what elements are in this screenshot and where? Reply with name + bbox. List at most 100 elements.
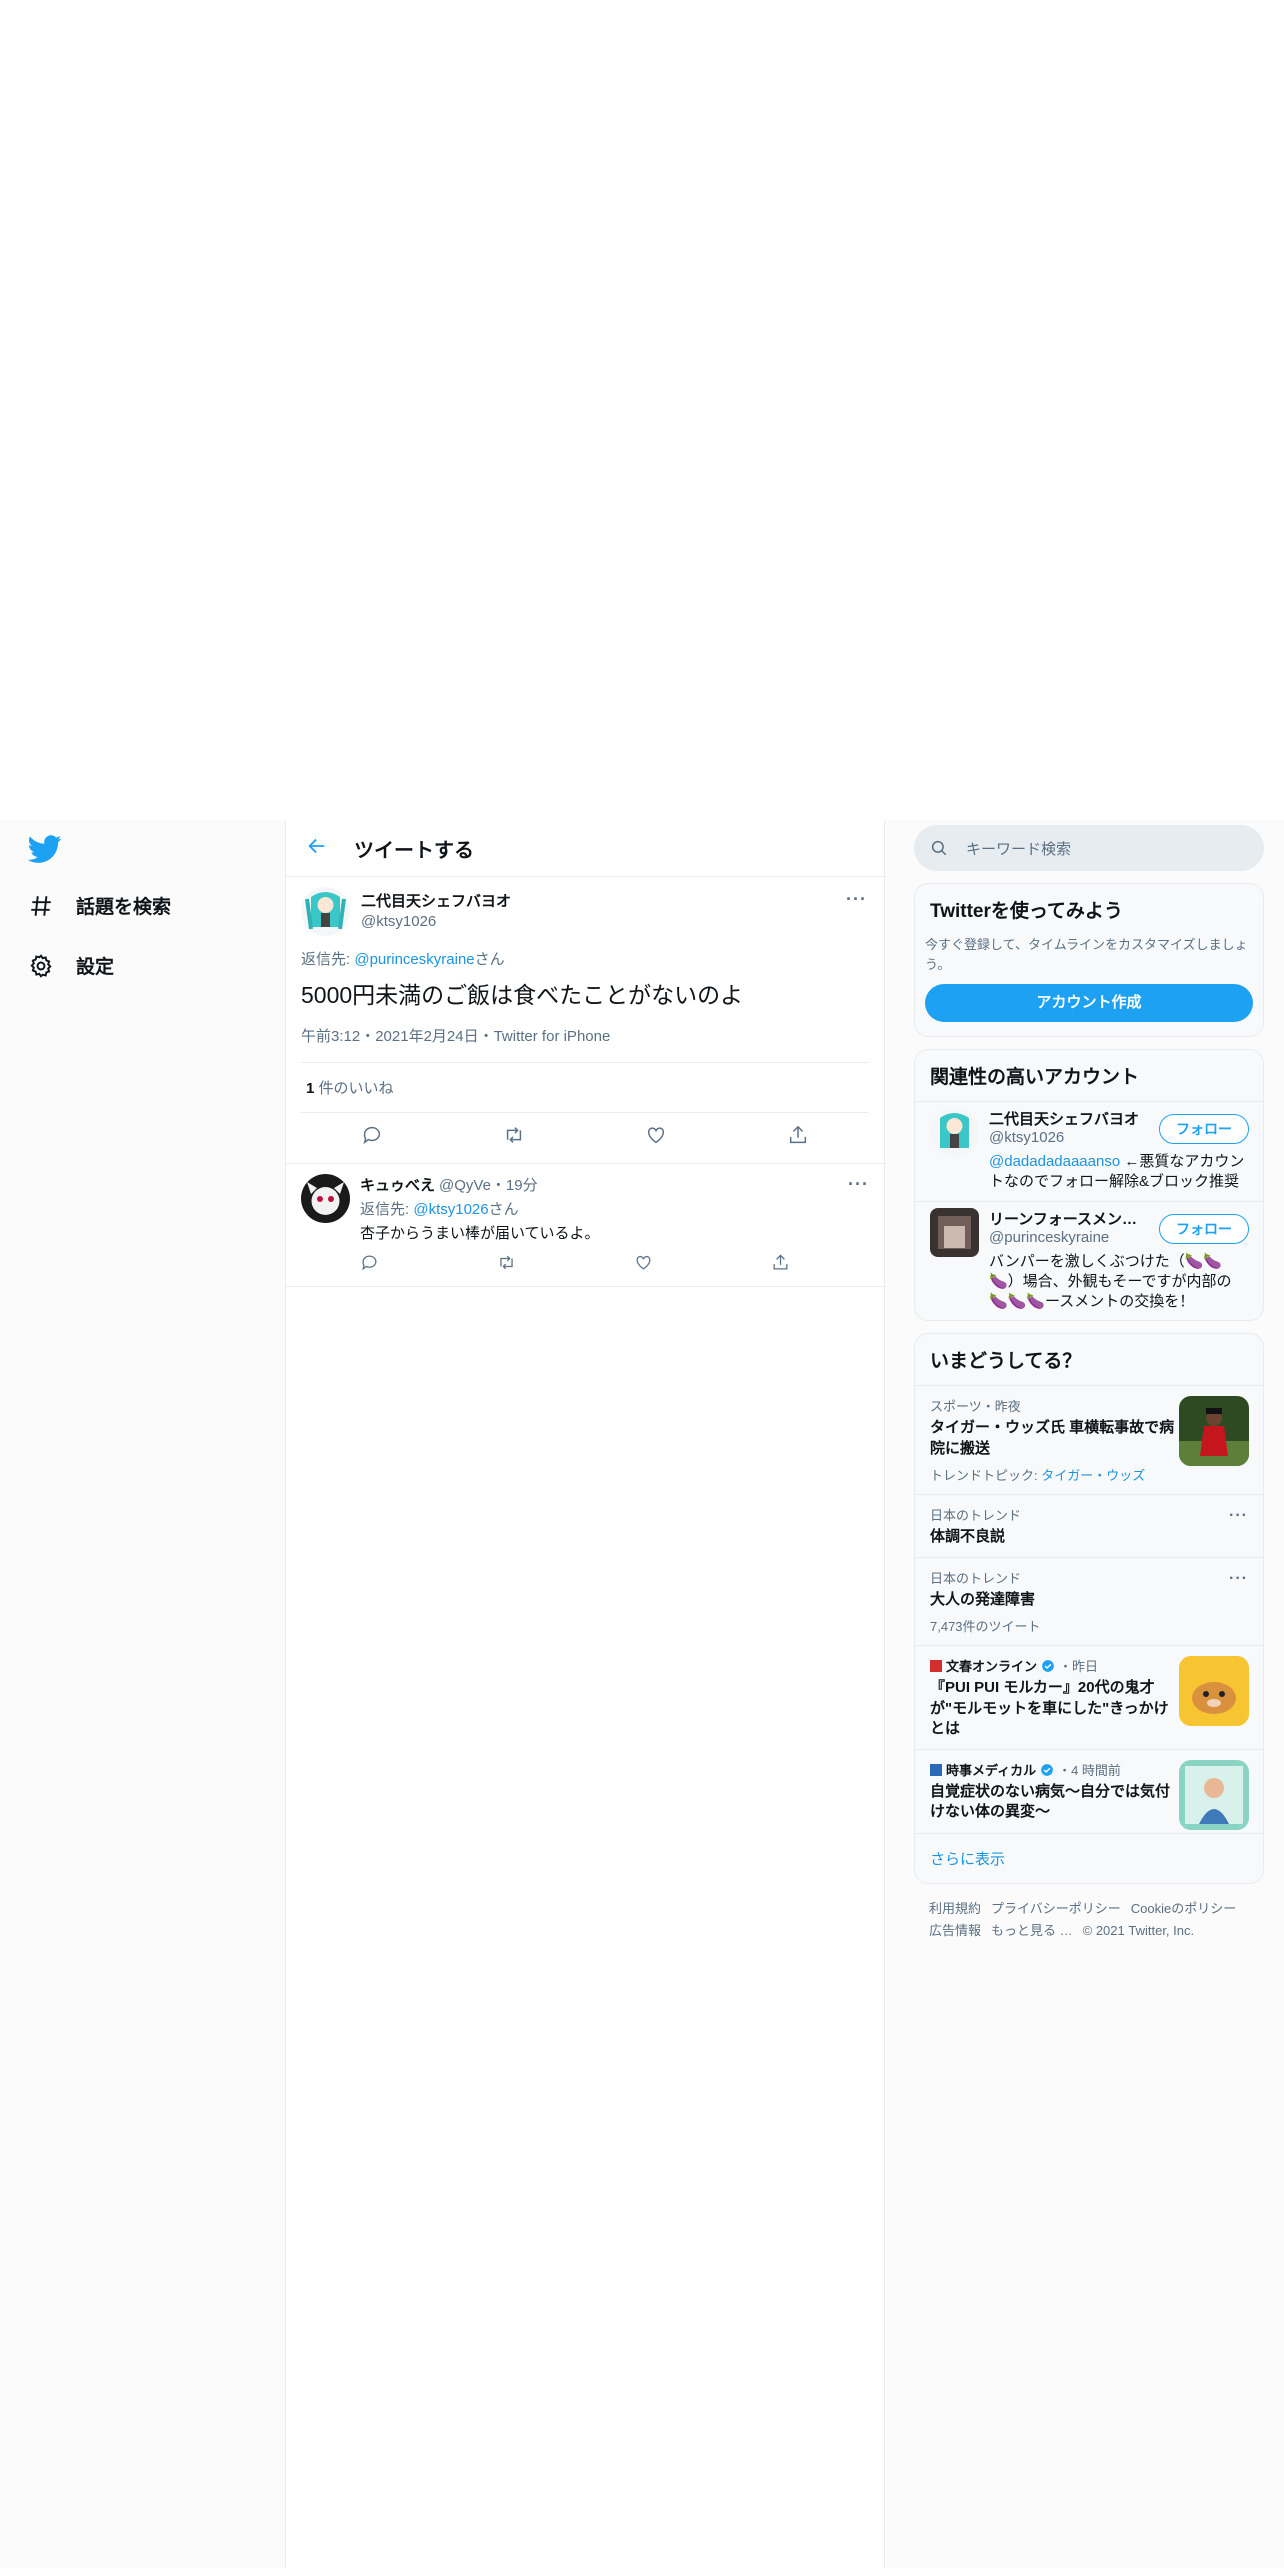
main-column: ツイートする 二代目天シェフバヨオ @ktsy1026 ··· 返信先: @pu…	[285, 820, 885, 2568]
follow-button[interactable]: フォロー	[1159, 1213, 1249, 1244]
more-options-icon[interactable]: ···	[1229, 1507, 1248, 1525]
main-tweet: 二代目天シェフバヨオ @ktsy1026 ··· 返信先: @purincesk…	[286, 877, 884, 1164]
news-source: 文春オンライン ・昨日	[930, 1656, 1175, 1675]
trends-card: いまどうしてる？ スポーツ・昨夜 タイガー・ウッズ氏 車横転事故で病院に搬送 ト…	[914, 1333, 1264, 1884]
footer-links: 利用規約 プライバシーポリシー Cookieのポリシー 広告情報 もっと見る … © 2…	[914, 1884, 1264, 1956]
page-title: ツイートする	[354, 839, 474, 862]
search-placeholder: キーワード検索	[966, 840, 1072, 858]
left-nav: 話題を検索 設定	[0, 820, 285, 2568]
like-count-label: 件のいいね	[314, 1079, 394, 1097]
more-options-icon[interactable]: ···	[1229, 1570, 1248, 1588]
account-avatar[interactable]	[930, 1207, 979, 1257]
page-header: ツイートする	[286, 820, 884, 877]
account-bio: @dadadadaaaanso ←悪質なアカウントなのでフォロー解除&ブロック推…	[989, 1152, 1248, 1193]
reply-tweet[interactable]: キュゥべえ @QyVe・19分 返信先: @ktsy1026さん 杏子からうまい棒…	[286, 1164, 884, 1287]
reply-to-link[interactable]: @purinceskyraine	[354, 951, 474, 968]
news-source-name: 時事メディカル	[946, 1763, 1037, 1778]
news-title: 『PUI PUI モルカー』20代の鬼才が"モルモットを車にした"きっかけとは	[930, 1679, 1169, 1737]
trend-topic-link[interactable]: タイガー・ウッズ	[1041, 1468, 1145, 1483]
like-heart-icon[interactable]	[645, 1124, 667, 1151]
trend-thumbnail	[1179, 1396, 1249, 1467]
bio-mention-link[interactable]: @dadadadaaaanso	[989, 1153, 1120, 1170]
trend-item[interactable]: 日本のトレンド 大人の発達障害 7,473件のツイート ···	[915, 1557, 1263, 1645]
trend-title: 体調不良説	[930, 1527, 1006, 1545]
reply-text: 杏子からうまい棒が届いているよ。	[360, 1224, 600, 1242]
trend-item[interactable]: スポーツ・昨夜 タイガー・ウッズ氏 車横転事故で病院に搬送 トレンドトピック: …	[915, 1385, 1263, 1494]
footer-link-more[interactable]: もっと見る …	[991, 1923, 1073, 1938]
create-account-button[interactable]: アカウント作成	[925, 984, 1253, 1022]
more-options-icon[interactable]: ···	[846, 889, 867, 910]
news-thumbnail	[1179, 1760, 1249, 1830]
verified-badge-icon	[1041, 1763, 1053, 1776]
reply-icon[interactable]	[361, 1124, 383, 1151]
reply-to-line: 返信先: @ktsy1026さん	[360, 1198, 869, 1219]
reply-reply-suffix: さん	[488, 1200, 519, 1218]
account-bio: バンパーを激しくぶつけた（🍆🍆🍆）場合、外観もそーですが内部の🍆🍆🍆ースメントの…	[989, 1252, 1232, 1311]
reply-to-prefix: 返信先:	[301, 951, 355, 968]
footer-link-cookie[interactable]: Cookieのポリシー	[1131, 1901, 1236, 1916]
related-accounts-card: 関連性の高いアカウント 二代目天シェフバヨオ @ktsy1026 @dadada…	[914, 1049, 1264, 1322]
reply-to-line: 返信先: @purinceskyraineさん	[301, 948, 869, 969]
account-avatar[interactable]	[930, 1108, 979, 1157]
footer-link-privacy[interactable]: プライバシーポリシー	[991, 1901, 1121, 1916]
tweet-actions	[301, 1113, 869, 1163]
trends-title: いまどうしてる？	[930, 1351, 1082, 1373]
author-name[interactable]: 二代目天シェフバヨオ	[361, 890, 511, 911]
account-item[interactable]: リーンフォースメン… @purinceskyraine バンパーを激しくぶつけた…	[915, 1200, 1263, 1321]
reply-icon[interactable]	[360, 1253, 379, 1276]
show-more-link[interactable]: さらに表示	[915, 1832, 1263, 1883]
share-icon[interactable]	[787, 1124, 809, 1151]
tweet-meta[interactable]: 午前3:12・2021年2月24日・Twitter for iPhone	[301, 1025, 869, 1063]
retweet-icon[interactable]	[503, 1124, 525, 1151]
account-item[interactable]: 二代目天シェフバヨオ @ktsy1026 @dadadadaaaanso ←悪質…	[915, 1101, 1263, 1201]
trend-title: 大人の発達障害	[930, 1591, 1036, 1608]
news-time: ・4 時間前	[1058, 1763, 1121, 1778]
trend-category: 日本のトレンド	[930, 1507, 1022, 1523]
author-handle[interactable]: @ktsy1026	[361, 913, 511, 930]
account-name[interactable]: 二代目天シェフバヨオ	[989, 1108, 1149, 1129]
retweet-icon[interactable]	[497, 1253, 516, 1276]
account-name[interactable]: リーンフォースメン…	[989, 1208, 1149, 1229]
publisher-logo-icon	[930, 1763, 942, 1776]
trend-topic-line: トレンドトピック: タイガー・ウッズ	[930, 1465, 1175, 1484]
news-source-name: 文春オンライン	[946, 1659, 1038, 1675]
news-item[interactable]: 文春オンライン ・昨日 『PUI PUI モルカー』20代の鬼才が"モルモットを…	[915, 1645, 1263, 1749]
twitter-logo-icon[interactable]	[27, 832, 62, 866]
verified-badge-icon	[1042, 1659, 1054, 1672]
news-title: 自覚症状のない病気～自分では気付けない体の異変～	[930, 1783, 1171, 1821]
tweet-text: 5000円未満のご飯は食べたことがないのよ	[301, 982, 744, 1008]
footer-link-terms[interactable]: 利用規約	[929, 1901, 981, 1916]
signup-subtitle: 今すぐ登録して、タイムラインをカスタマイズしましょう。	[925, 937, 1248, 972]
trend-tweet-count: 7,473件のツイート	[930, 1619, 1041, 1635]
related-title: 関連性の高いアカウント	[930, 1067, 1140, 1088]
trend-item[interactable]: 日本のトレンド 体調不良説 ···	[915, 1493, 1263, 1557]
news-thumbnail	[1179, 1656, 1249, 1727]
like-count[interactable]: 1 件のいいね	[301, 1063, 869, 1113]
search-input[interactable]: キーワード検索	[914, 825, 1264, 871]
reply-actions	[360, 1253, 790, 1276]
hashtag-icon	[31, 895, 51, 916]
reply-avatar[interactable]	[301, 1173, 350, 1223]
trend-topic-prefix: トレンドトピック:	[930, 1467, 1042, 1483]
news-source: 時事メディカル ・4 時間前	[930, 1760, 1175, 1779]
author-avatar[interactable]	[301, 887, 350, 936]
back-arrow-icon[interactable]	[306, 835, 328, 862]
reply-to-link[interactable]: @ktsy1026	[413, 1201, 488, 1218]
nav-explore[interactable]: 話題を検索	[28, 892, 171, 919]
more-options-icon[interactable]: ···	[848, 1174, 869, 1195]
news-time: ・昨日	[1059, 1659, 1099, 1675]
news-item[interactable]: 時事メディカル ・4 時間前 自覚症状のない病気～自分では気付けない体の異変～	[915, 1749, 1263, 1833]
nav-settings[interactable]: 設定	[28, 952, 114, 979]
share-icon[interactable]	[771, 1253, 790, 1276]
reply-handle-time: @QyVe・19分	[439, 1176, 538, 1194]
reply-author-name[interactable]: キュゥべえ	[360, 1177, 435, 1194]
signup-title: Twitterを使ってみよう	[930, 901, 1123, 922]
follow-button[interactable]: フォロー	[1159, 1114, 1249, 1144]
nav-explore-label: 話題を検索	[76, 897, 172, 918]
like-heart-icon[interactable]	[634, 1253, 653, 1276]
search-icon	[931, 840, 947, 856]
right-sidebar: キーワード検索 Twitterを使ってみよう 今すぐ登録して、タイムラインをカス…	[914, 820, 1264, 1956]
nav-settings-label: 設定	[76, 957, 115, 978]
footer-link-ads[interactable]: 広告情報	[929, 1923, 981, 1938]
reply-to-suffix: さん	[474, 951, 505, 968]
